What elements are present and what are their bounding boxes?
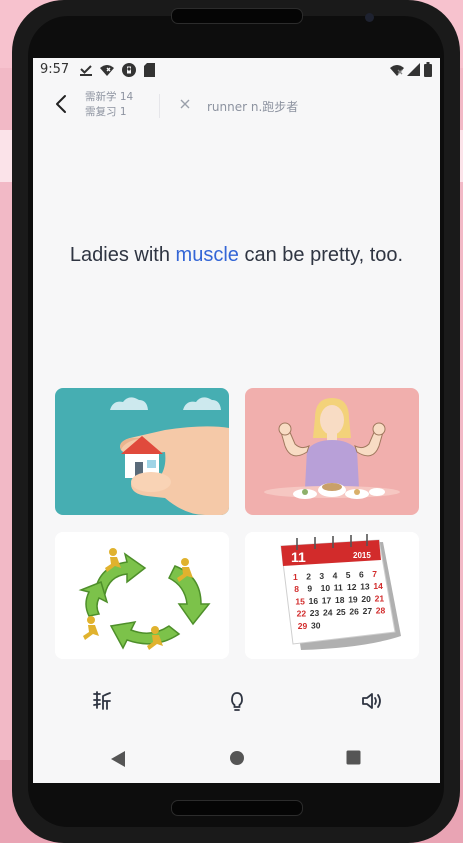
cell-signal-icon <box>407 63 420 76</box>
calendar-day: 9 <box>307 584 312 594</box>
calendar-day: 29 <box>298 621 308 631</box>
calendar-day: 11 <box>334 583 343 593</box>
previous-word[interactable]: runner n.跑步者 <box>207 98 298 115</box>
option-card-calendar[interactable]: 11 2015 1 2 3 4 5 6 7 8 9 10 11 12 13 14 15 16 17 18 19 20 2… <box>245 532 419 659</box>
calendar-day: 3 <box>319 571 324 581</box>
progress-counts: 需新学 14 需复习 1 <box>85 90 133 120</box>
review-words-count: 需复习 1 <box>85 106 127 118</box>
option-card-house[interactable] <box>55 388 229 515</box>
calendar-day: 17 <box>322 595 332 605</box>
calendar-day: 14 <box>373 581 383 591</box>
cut-icon[interactable] <box>87 686 117 716</box>
front-camera <box>365 13 374 22</box>
calendar-day: 16 <box>309 596 319 606</box>
download-done-icon <box>80 65 92 76</box>
option-card-muscle[interactable] <box>245 388 419 515</box>
sd-card-icon <box>144 63 155 77</box>
calendar-day: 10 <box>321 583 331 593</box>
wifi-signal-icon <box>390 65 404 76</box>
calendar-day: 23 <box>310 608 320 618</box>
header-divider <box>159 94 160 118</box>
calendar-day: 5 <box>346 570 351 580</box>
calendar-year: 2015 <box>353 551 371 560</box>
new-words-count: 需新学 14 <box>85 91 134 103</box>
target-word: muscle <box>175 244 239 266</box>
calendar-day: 28 <box>376 606 386 616</box>
nav-back-icon[interactable] <box>110 750 126 768</box>
status-time: 9:57 <box>40 62 70 77</box>
lightbulb-icon[interactable] <box>222 686 252 716</box>
nav-recents-icon[interactable] <box>346 750 361 765</box>
house-hand-illustration <box>55 388 229 515</box>
nav-home-icon[interactable] <box>229 750 245 766</box>
sentence-after: can be pretty, too. <box>238 244 404 266</box>
speaker-icon[interactable] <box>357 686 387 716</box>
calendar-day: 6 <box>359 570 364 580</box>
bottom-toolbar <box>33 678 440 734</box>
close-icon[interactable] <box>177 96 193 112</box>
calendar-day: 8 <box>294 584 299 594</box>
calendar-day: 25 <box>336 607 346 617</box>
system-navigation-bar <box>33 734 440 783</box>
option-card-cycle[interactable] <box>55 532 229 659</box>
status-bar: 9:57 <box>33 58 440 82</box>
calendar-day: 20 <box>361 594 371 604</box>
bottom-speaker <box>171 800 303 816</box>
calendar-month: 11 <box>291 549 306 565</box>
calendar-day: 30 <box>311 620 321 630</box>
app-badge-icon <box>122 63 136 77</box>
muscle-woman-illustration <box>245 388 419 515</box>
calendar-day: 15 <box>295 596 305 606</box>
recycle-runners-illustration <box>55 532 229 659</box>
app-screen: 9:57 需新学 14 需复习 1 runner n.跑步者 Ladies wi… <box>33 58 440 783</box>
example-sentence: Ladies with muscle can be pretty, too. <box>33 244 440 267</box>
calendar-day: 12 <box>347 582 357 592</box>
battery-icon <box>424 62 432 77</box>
calendar-illustration: 11 2015 1 2 3 4 5 6 78 9 10 11 12 13 1415 16 17 18 19 20 2… <box>245 532 419 659</box>
calendar-day: 26 <box>349 607 359 617</box>
calendar-day: 4 <box>333 571 338 581</box>
calendar-day: 22 <box>297 609 307 619</box>
calendar-day: 13 <box>360 582 370 592</box>
calendar-day: 2 <box>306 572 311 582</box>
calendar-day: 1 <box>293 572 298 582</box>
chevron-left-icon[interactable] <box>51 93 73 115</box>
calendar-day: 18 <box>335 595 345 605</box>
lesson-header: 需新学 14 需复习 1 runner n.跑步者 <box>33 82 440 130</box>
top-speaker <box>171 8 303 24</box>
wifi-off-icon <box>100 65 114 76</box>
calendar-day: 7 <box>372 569 377 579</box>
calendar-day: 24 <box>323 608 333 618</box>
calendar-day: 21 <box>375 593 385 603</box>
calendar-day: 27 <box>363 606 373 616</box>
sentence-before: Ladies with <box>69 244 176 266</box>
calendar-day: 19 <box>348 594 358 604</box>
